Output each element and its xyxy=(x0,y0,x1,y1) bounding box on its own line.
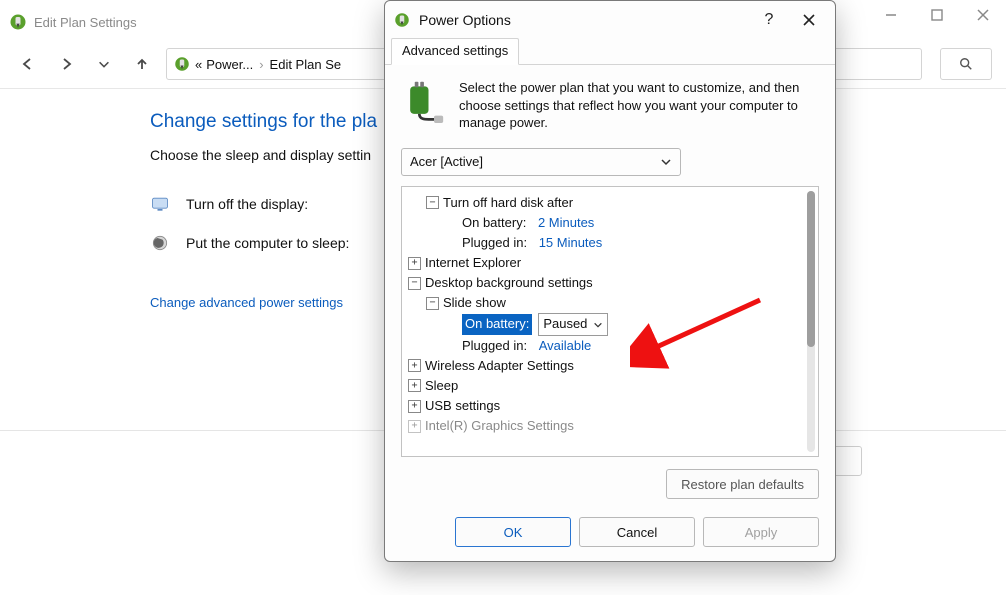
scrollbar[interactable] xyxy=(807,191,815,452)
tree-value[interactable]: Available xyxy=(539,336,592,356)
breadcrumb-item[interactable]: Edit Plan Se xyxy=(270,57,342,72)
bg-window-controls xyxy=(868,0,1006,30)
button-label: Cancel xyxy=(617,525,657,540)
power-options-dialog: Power Options ? Advanced settings Select… xyxy=(384,0,836,562)
expand-icon[interactable]: + xyxy=(408,379,421,392)
tree-leaf-slideshow-battery[interactable]: On battery: Paused xyxy=(408,313,814,335)
tree-value[interactable]: 15 Minutes xyxy=(539,233,603,253)
battery-plug-icon xyxy=(401,79,445,123)
breadcrumb-prefix: « xyxy=(195,57,202,72)
settings-tree: − Turn off hard disk after On battery: 2… xyxy=(401,186,819,457)
tree-label: Internet Explorer xyxy=(425,253,521,273)
advanced-settings-link[interactable]: Change advanced power settings xyxy=(150,295,343,310)
scrollbar-thumb[interactable] xyxy=(807,191,815,348)
expand-icon[interactable]: + xyxy=(408,359,421,372)
tree-leaf-slideshow-plugged[interactable]: Plugged in: Available xyxy=(408,336,814,356)
power-options-icon xyxy=(393,11,411,29)
tree-label: Sleep xyxy=(425,376,458,396)
dropdown-value: Paused xyxy=(543,314,587,334)
plan-select-dropdown[interactable]: Acer [Active] xyxy=(401,148,681,176)
tree-label: USB settings xyxy=(425,396,500,416)
tree-label: Intel(R) Graphics Settings xyxy=(425,416,574,436)
maximize-button[interactable] xyxy=(914,0,960,30)
tree-node-slideshow[interactable]: − Slide show xyxy=(408,293,814,313)
collapse-icon[interactable]: − xyxy=(408,277,421,290)
nav-up-button[interactable] xyxy=(128,50,156,78)
chevron-down-icon xyxy=(660,156,672,168)
dialog-tabs: Advanced settings xyxy=(385,37,835,65)
breadcrumb-item[interactable]: Power... xyxy=(206,57,253,72)
tree-node-intel[interactable]: + Intel(R) Graphics Settings xyxy=(408,416,814,436)
tab-advanced-settings[interactable]: Advanced settings xyxy=(391,38,519,65)
chevron-right-icon: › xyxy=(257,57,265,72)
tree-leaf-hd-battery[interactable]: On battery: 2 Minutes xyxy=(408,213,814,233)
collapse-icon[interactable]: − xyxy=(426,297,439,310)
button-label: Restore plan defaults xyxy=(681,477,804,492)
tree-value[interactable]: 2 Minutes xyxy=(538,213,594,233)
help-button[interactable]: ? xyxy=(751,6,787,34)
close-button[interactable] xyxy=(960,0,1006,30)
nav-back-button[interactable] xyxy=(14,50,42,78)
expand-icon[interactable]: + xyxy=(408,257,421,270)
tree-node-usb[interactable]: + USB settings xyxy=(408,396,814,416)
apply-button[interactable]: Apply xyxy=(703,517,819,547)
tree-label: Plugged in: xyxy=(462,336,527,356)
sleep-icon xyxy=(150,233,170,253)
tree-label: Wireless Adapter Settings xyxy=(425,356,574,376)
bg-window-title: Edit Plan Settings xyxy=(34,15,137,30)
expand-icon[interactable]: + xyxy=(408,420,421,433)
tree-leaf-hd-plugged[interactable]: Plugged in: 15 Minutes xyxy=(408,233,814,253)
dialog-close-button[interactable] xyxy=(787,6,831,34)
tree-node-wireless[interactable]: + Wireless Adapter Settings xyxy=(408,356,814,376)
tree-node-desktop-bg[interactable]: − Desktop background settings xyxy=(408,273,814,293)
tree-label-selected: On battery: xyxy=(462,314,532,334)
ok-button[interactable]: OK xyxy=(455,517,571,547)
tree-node-hard-disk[interactable]: − Turn off hard disk after xyxy=(408,193,814,213)
tree-label: Slide show xyxy=(443,293,506,313)
display-icon xyxy=(150,194,170,214)
tree-label: Turn off hard disk after xyxy=(443,193,573,213)
cancel-button[interactable]: Cancel xyxy=(579,517,695,547)
tree-label: Desktop background settings xyxy=(425,273,593,293)
tree-node-sleep[interactable]: + Sleep xyxy=(408,376,814,396)
sleep-timeout-label: Put the computer to sleep: xyxy=(186,235,416,251)
slideshow-battery-dropdown[interactable]: Paused xyxy=(538,313,608,335)
expand-icon[interactable]: + xyxy=(408,400,421,413)
plan-select-value: Acer [Active] xyxy=(410,154,483,169)
button-label: OK xyxy=(504,525,523,540)
intro-text: Select the power plan that you want to c… xyxy=(459,79,819,132)
nav-recent-button[interactable] xyxy=(90,50,118,78)
display-timeout-label: Turn off the display: xyxy=(186,196,416,212)
intro-block: Select the power plan that you want to c… xyxy=(401,79,819,132)
dialog-body: Select the power plan that you want to c… xyxy=(385,65,835,511)
search-button[interactable] xyxy=(940,48,992,80)
button-label: Apply xyxy=(745,525,778,540)
chevron-down-icon xyxy=(593,320,603,330)
tree-node-ie[interactable]: + Internet Explorer xyxy=(408,253,814,273)
dialog-titlebar: Power Options ? xyxy=(385,1,835,37)
restore-defaults-button[interactable]: Restore plan defaults xyxy=(666,469,819,499)
power-plan-icon xyxy=(8,12,28,32)
breadcrumb-icon xyxy=(173,55,191,73)
tree-label: Plugged in: xyxy=(462,233,527,253)
minimize-button[interactable] xyxy=(868,0,914,30)
tree-label: On battery: xyxy=(462,213,526,233)
collapse-icon[interactable]: − xyxy=(426,196,439,209)
dialog-button-row: OK Cancel Apply xyxy=(385,511,835,561)
dialog-title: Power Options xyxy=(419,12,511,28)
nav-forward-button[interactable] xyxy=(52,50,80,78)
